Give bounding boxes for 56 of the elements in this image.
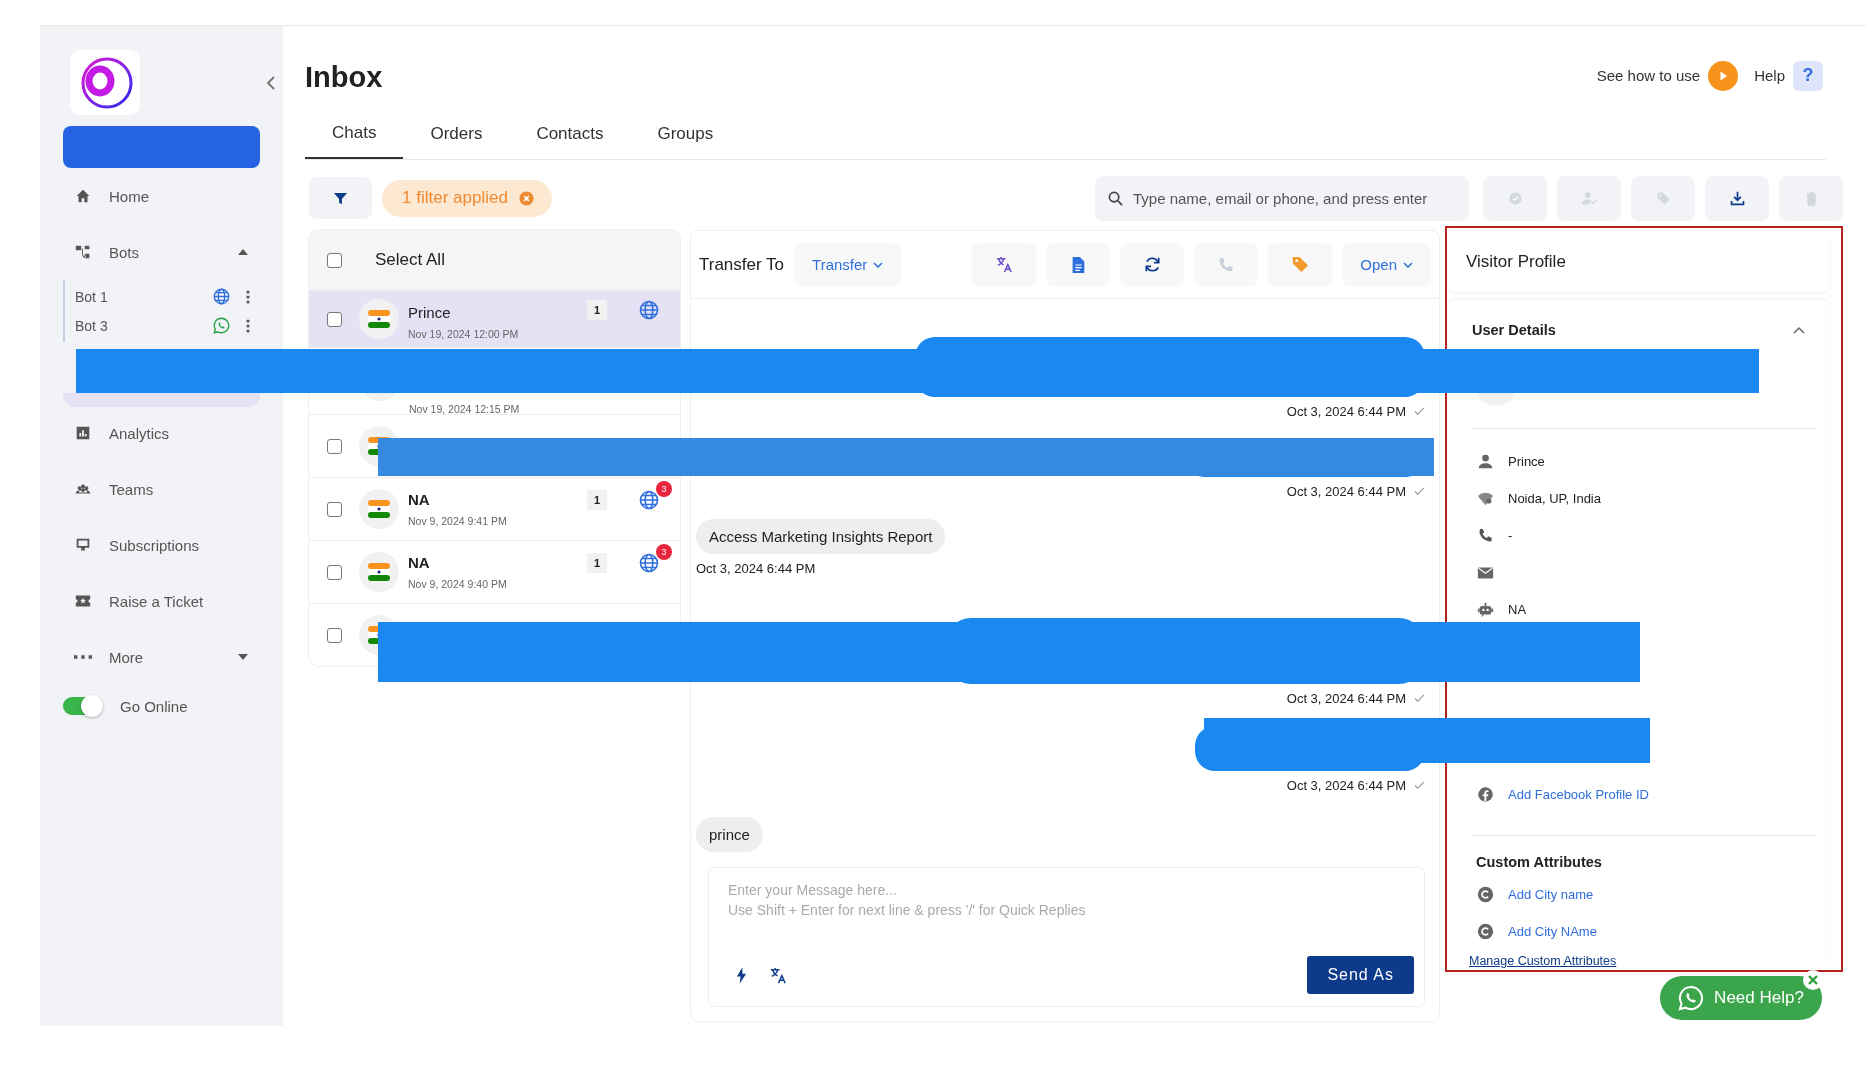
search-field[interactable]: Type name, email or phone, and press enter: [1095, 175, 1469, 221]
unread-badge: 3: [656, 544, 672, 560]
page-title: Inbox: [305, 61, 383, 94]
nav-item[interactable]: Subscriptions: [63, 517, 260, 573]
contact-name: NA: [408, 554, 431, 571]
help-button[interactable]: ?: [1793, 60, 1823, 91]
tab[interactable]: Contacts: [509, 109, 631, 159]
chat-row[interactable]: Prince Nov 19, 2024 12:00 PM 1: [309, 290, 680, 347]
nav-item[interactable]: Analytics: [63, 405, 260, 461]
add-link[interactable]: Add City NAme: [1508, 924, 1597, 939]
unread-badge: 3: [656, 481, 672, 497]
nav-item[interactable]: Raise a Ticket: [63, 573, 260, 629]
toggle-label: Go Online: [120, 697, 188, 715]
message-time: Oct 3, 2024 6:44 PM: [1286, 484, 1406, 499]
message-time: Oct 3, 2024 6:44 PM: [1286, 404, 1406, 419]
nav-item[interactable]: Home: [63, 168, 260, 224]
help-link[interactable]: Help: [1754, 67, 1785, 84]
bot-item[interactable]: Bot 1: [75, 282, 250, 311]
detail-text: NA: [1508, 602, 1527, 617]
tab[interactable]: Chats: [305, 109, 404, 159]
contact-name: NA: [408, 491, 431, 508]
message-time: Oct 3, 2024 6:44 PM: [696, 561, 816, 576]
detail-text: Noida, UP, India: [1508, 491, 1601, 506]
nav-item[interactable]: Teams: [63, 461, 260, 517]
message-count: 1: [587, 490, 607, 510]
transfer-dropdown[interactable]: Transfer: [794, 242, 902, 287]
message-time: Oct 3, 2024 6:44 PM: [1286, 778, 1406, 793]
add-link[interactable]: Add City name: [1508, 887, 1594, 902]
chat-time: Nov 9, 2024 9:41 PM: [408, 515, 508, 527]
message-time: Oct 3, 2024 6:44 PM: [1286, 691, 1406, 706]
select-all-label: Select All: [375, 250, 445, 270]
transfer-label: Transfer To: [699, 254, 785, 275]
message-count: 1: [587, 300, 607, 320]
send-button[interactable]: Send As: [1307, 956, 1414, 994]
message-count: 1: [587, 553, 607, 573]
chat-time: Nov 19, 2024 12:15 PM: [409, 403, 521, 415]
detail-text: -: [1508, 528, 1513, 543]
section-title: User Details: [1472, 322, 1556, 338]
bot-item[interactable]: Bot 3: [75, 311, 250, 340]
chat-time: Nov 19, 2024 12:00 PM: [408, 328, 520, 340]
section-title: Custom Attributes: [1476, 854, 1603, 870]
panel-title: Visitor Profile: [1466, 252, 1566, 272]
contact-name: Prince: [408, 304, 452, 321]
manage-link[interactable]: Manage Custom Attributes: [1469, 954, 1617, 968]
tab[interactable]: Orders: [403, 109, 510, 159]
nav-item[interactable]: Bots: [63, 224, 260, 280]
tutorial-link[interactable]: See how to use: [1596, 67, 1701, 84]
message-field[interactable]: Enter your Message here... Use Shift + Enter for next line & press '/' for Quick Replies Send As: [708, 867, 1425, 1007]
message-bubble: Access Marketing Insights Report: [696, 519, 946, 554]
status-dropdown[interactable]: Open: [1342, 242, 1431, 287]
message-bubble: prince: [696, 817, 763, 852]
chat-time: Nov 9, 2024 9:40 PM: [408, 578, 508, 590]
nav-item[interactable]: More: [63, 629, 260, 685]
tab[interactable]: Groups: [630, 109, 741, 159]
add-link[interactable]: Add Facebook Profile ID: [1508, 787, 1649, 802]
detail-text: Prince: [1508, 454, 1545, 469]
